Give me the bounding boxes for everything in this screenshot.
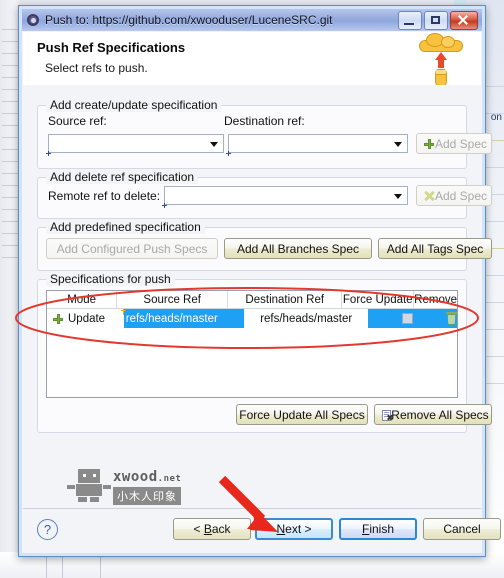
chevron-down-icon [394,194,402,199]
specs-table-header: Mode Source Ref Destination Ref Force Up… [47,291,457,309]
green-plus-icon [53,313,63,324]
add-configured-push-specs-button[interactable]: Add Configured Push Specs [46,238,218,259]
remote-ref-label: Remote ref to delete: [48,189,161,203]
green-plus-icon [424,138,434,149]
watermark-brand: xwood.net [113,469,181,485]
back-button-label: < Back [193,522,231,536]
add-configured-push-specs-label: Add Configured Push Specs [56,241,208,256]
cancel-button[interactable]: Cancel [423,518,501,540]
force-update-checkbox[interactable] [401,313,413,324]
destination-ref-label: Destination ref: [224,114,305,128]
minimize-icon[interactable] [398,10,422,30]
force-update-all-specs-button[interactable]: Force Update All Specs [236,404,368,425]
watermark: xwood.net 小木人印象 [65,467,190,505]
column-header-remove[interactable]: Remove [414,291,457,308]
remove-all-specs-label: Remove All Specs [391,407,489,422]
finish-button[interactable]: Finish [339,518,417,540]
destination-ref-required-marker [226,151,231,156]
watermark-chinese: 小木人印象 [113,487,181,505]
group-legend-delete: Add delete ref specification [46,170,199,184]
next-button[interactable]: Next > [255,518,333,540]
green-x-icon [424,190,435,201]
page-title: Push Ref Specifications [37,40,186,55]
cell-source-ref-label: refs/heads/master [125,312,218,325]
trash-icon[interactable] [445,312,457,325]
remove-all-specs-button[interactable]: Remove All Specs [374,404,492,425]
source-ref-warning-marker [120,309,126,315]
source-ref-combo[interactable] [48,134,224,153]
group-add-create-update: Add create/update specification Source r… [37,98,492,169]
source-ref-label: Source ref: [48,114,107,128]
chevron-down-icon [210,142,218,147]
next-button-label: Next > [276,522,312,536]
cancel-button-label: Cancel [443,522,481,536]
add-all-branches-spec-label: Add All Branches Spec [236,241,360,256]
push-cloud-icon [419,30,463,88]
cell-source-ref[interactable]: refs/heads/master [120,309,245,328]
dialog-body: Add create/update specification Source r… [23,85,492,509]
app-gear-icon [26,13,40,27]
group-legend-create: Add create/update specification [46,98,222,112]
dialog-footer: ? < Back Next > Finish Cancel [23,508,501,552]
remote-ref-combo[interactable] [164,186,408,205]
cell-destination-ref[interactable]: refs/heads/master [244,309,368,328]
add-spec-delete-button[interactable]: Add Spec [416,185,492,206]
cell-force-update[interactable] [368,309,446,328]
add-all-branches-spec-button[interactable]: Add All Branches Spec [224,238,372,259]
add-all-tags-spec-button[interactable]: Add All Tags Spec [378,238,492,259]
column-header-source-ref[interactable]: Source Ref [117,291,229,308]
add-all-tags-spec-label: Add All Tags Spec [386,241,484,256]
background-editor-text: on [490,112,502,123]
cell-mode-label: Update [68,312,106,325]
window-title: Push to: https://github.com/xwooduser/Lu… [45,13,333,27]
source-ref-required-marker [46,151,51,156]
group-legend-predefined: Add predefined specification [46,220,205,234]
back-button[interactable]: < Back [173,518,251,540]
destination-ref-combo[interactable] [228,134,408,153]
chevron-down-icon [394,142,402,147]
cell-mode[interactable]: Update [47,309,124,328]
group-specifications-for-push: Specifications for push Mode Source Ref … [37,272,492,433]
robot-icon [65,469,111,502]
add-spec-create-label: Add Spec [434,136,488,151]
document-delete-icon [382,409,393,421]
group-legend-specs: Specifications for push [46,272,175,286]
remote-ref-required-marker [162,203,167,208]
window-controls [398,10,480,30]
table-row[interactable]: Update refs/heads/master refs/heads/mast… [47,309,457,328]
watermark-brand-name: xwood [113,469,158,485]
help-button[interactable]: ? [37,519,58,540]
dialog-header: Push Ref Specifications Select refs to p… [23,32,481,86]
column-header-destination-ref[interactable]: Destination Ref [228,291,343,308]
column-header-force-update[interactable]: Force Update [342,291,415,308]
finish-button-label: Finish [361,522,395,536]
cell-remove[interactable] [445,309,457,328]
add-spec-delete-label: Add Spec [434,188,488,203]
add-spec-create-button[interactable]: Add Spec [416,133,492,154]
page-subtitle: Select refs to push. [45,61,148,75]
title-bar[interactable]: Push to: https://github.com/xwooduser/Lu… [22,9,482,31]
force-update-all-specs-label: Force Update All Specs [239,407,365,422]
column-header-mode[interactable]: Mode [47,291,118,308]
group-add-predefined: Add predefined specification Add Configu… [37,220,492,271]
group-add-delete-ref: Add delete ref specification Remote ref … [37,170,492,219]
watermark-brand-tld: .net [157,474,182,484]
push-ref-specifications-dialog: Push to: https://github.com/xwooduser/Lu… [18,5,501,557]
specs-table[interactable]: Mode Source Ref Destination Ref Force Up… [46,290,458,398]
maximize-icon[interactable] [424,10,448,30]
close-icon[interactable] [450,10,478,30]
